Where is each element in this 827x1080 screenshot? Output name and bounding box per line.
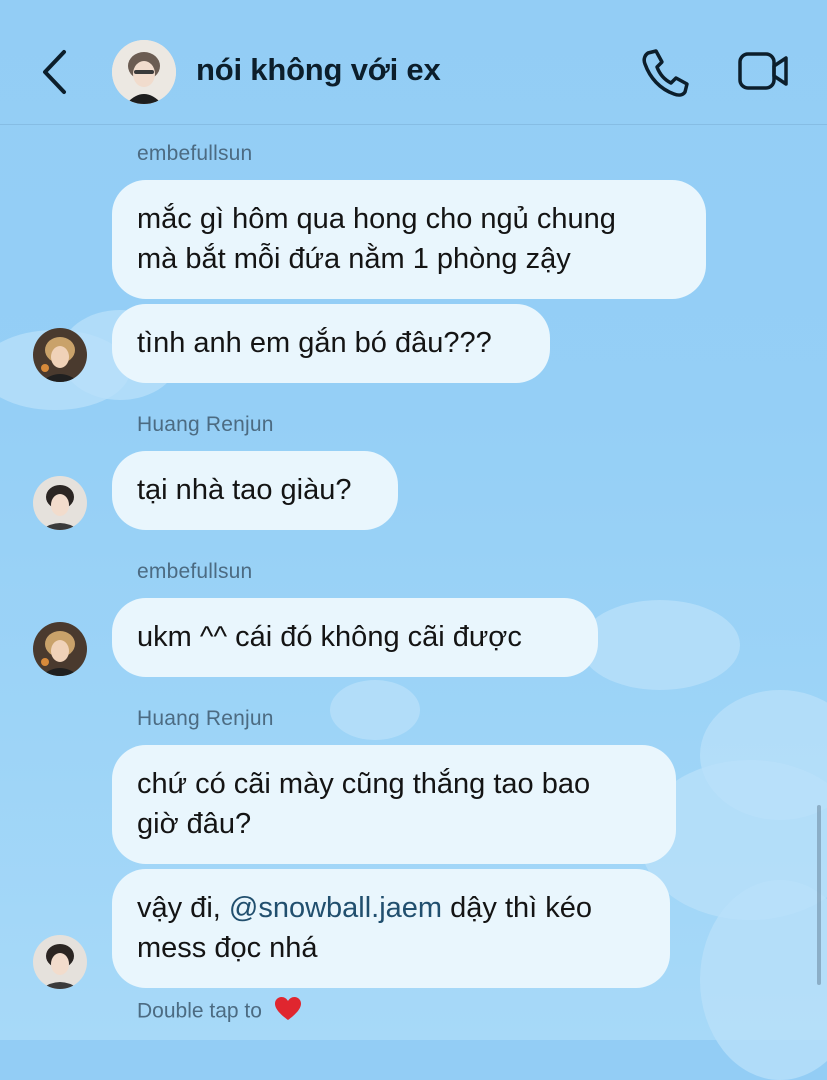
scrollbar[interactable]: [817, 805, 821, 985]
message-bubble[interactable]: mắc gì hôm qua hong cho ngủ chung mà bắt…: [112, 180, 706, 299]
message-bubble[interactable]: chứ có cãi mày cũng thắng tao bao giờ đâ…: [112, 745, 676, 864]
double-tap-hint: Double tap to: [137, 996, 302, 1028]
chevron-left-icon: [43, 50, 66, 94]
sender-name: Huang Renjun: [137, 707, 274, 730]
message-bubble[interactable]: tình anh em gắn bó đâu???: [112, 304, 550, 383]
sender-name: embefullsun: [137, 142, 253, 165]
message-text: vậy đi,: [137, 892, 229, 924]
avatar[interactable]: [33, 328, 87, 382]
avatar-photo: [33, 476, 87, 530]
avatar[interactable]: [33, 622, 87, 676]
avatar-photo: [112, 40, 176, 104]
avatar-photo: [33, 328, 87, 382]
avatar-photo: [33, 622, 87, 676]
red-heart-icon[interactable]: [274, 996, 302, 1028]
sender-name: embefullsun: [137, 560, 253, 583]
video-camera-icon: [738, 52, 788, 90]
group-avatar[interactable]: [112, 40, 176, 104]
phone-icon: [642, 49, 689, 97]
sender-name: Huang Renjun: [137, 413, 274, 436]
background-cloud: [330, 680, 420, 740]
back-button[interactable]: [30, 44, 80, 100]
chat-header: nói không với ex: [0, 0, 827, 125]
avatar[interactable]: [33, 476, 87, 530]
avatar-photo: [33, 935, 87, 989]
voice-call-button[interactable]: [638, 45, 692, 99]
message-bubble[interactable]: ukm ^^ cái đó không cãi được: [112, 598, 598, 677]
avatar[interactable]: [33, 935, 87, 989]
video-call-button[interactable]: [736, 48, 792, 94]
chat-title[interactable]: nói không với ex: [196, 52, 441, 88]
background-cloud: [580, 600, 740, 690]
message-bubble[interactable]: tại nhà tao giàu?: [112, 451, 398, 530]
mention-link[interactable]: @snowball.jaem: [229, 892, 442, 924]
message-bubble[interactable]: vậy đi, @snowball.jaem dậy thì kéo mess …: [112, 869, 670, 988]
double-tap-label: Double tap to: [137, 999, 262, 1023]
